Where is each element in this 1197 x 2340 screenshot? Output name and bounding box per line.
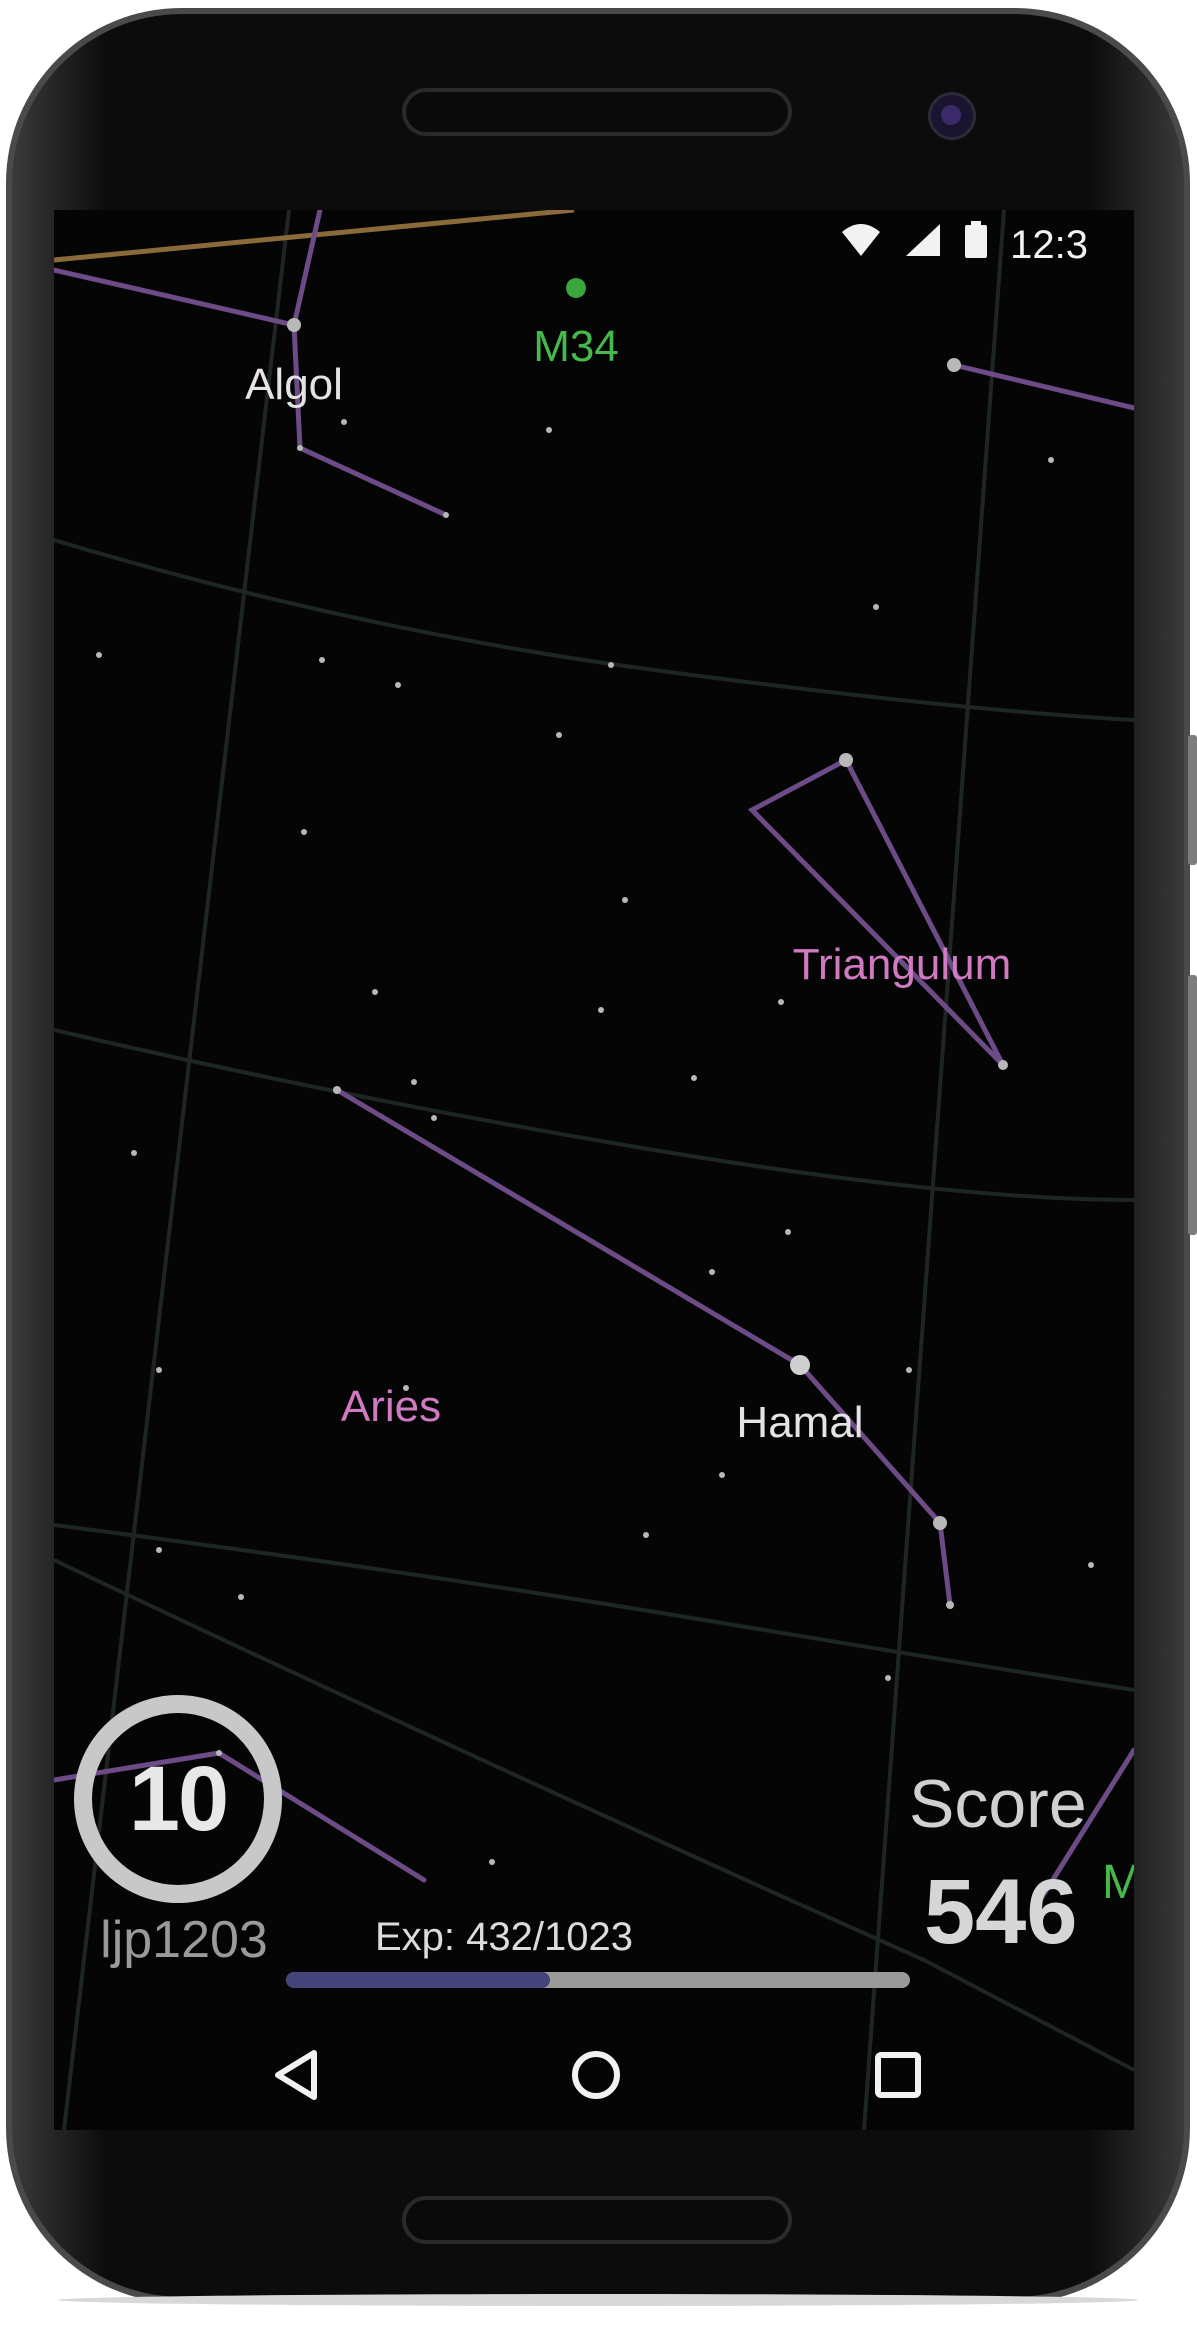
stars — [96, 318, 1094, 1873]
home-button[interactable] — [536, 2020, 656, 2130]
status-time: 12:3 — [1010, 222, 1088, 267]
star-label-hamal[interactable]: Hamal — [736, 1398, 863, 1448]
signal-icon — [904, 222, 942, 268]
player-level-badge: 10 — [74, 1695, 282, 1903]
recents-button[interactable] — [838, 2020, 958, 2130]
experience-progress-fill — [286, 1972, 550, 1988]
phone-frame: Algol M34 Triangulum Aries Hamal 12:3 10… — [0, 0, 1197, 2340]
player-username: ljp1203 — [100, 1911, 268, 1969]
offscreen-messier-label[interactable]: M — [1102, 1855, 1134, 1910]
wifi-icon — [840, 222, 882, 268]
battery-icon — [964, 221, 988, 269]
home-circle-icon — [572, 2051, 620, 2099]
constellation-lines — [54, 210, 1134, 1913]
bottom-speaker-grille — [402, 2196, 792, 2244]
sky-map-screen[interactable]: Algol M34 Triangulum Aries Hamal 12:3 10… — [54, 210, 1134, 2130]
experience-progress-bar — [286, 1972, 910, 1988]
back-button[interactable] — [236, 2020, 356, 2130]
score-value: 546 — [924, 1861, 1078, 1963]
back-triangle-icon — [275, 2050, 317, 2100]
front-camera — [928, 92, 976, 140]
messier-label-m34[interactable]: M34 — [533, 322, 619, 372]
experience-label: Exp: 432/1023 — [375, 1915, 633, 1959]
score-label: Score — [909, 1766, 1087, 1842]
recents-square-icon — [875, 2052, 921, 2098]
constellation-label-triangulum[interactable]: Triangulum — [793, 940, 1011, 990]
player-level: 10 — [128, 1747, 229, 1850]
constellation-label-aries[interactable]: Aries — [341, 1382, 441, 1432]
status-bar: 12:3 — [840, 210, 1134, 280]
system-navigation-bar — [54, 2020, 1134, 2130]
star-label-algol[interactable]: Algol — [245, 360, 343, 410]
m34-marker[interactable] — [566, 278, 586, 298]
top-speaker-grille — [402, 88, 792, 136]
